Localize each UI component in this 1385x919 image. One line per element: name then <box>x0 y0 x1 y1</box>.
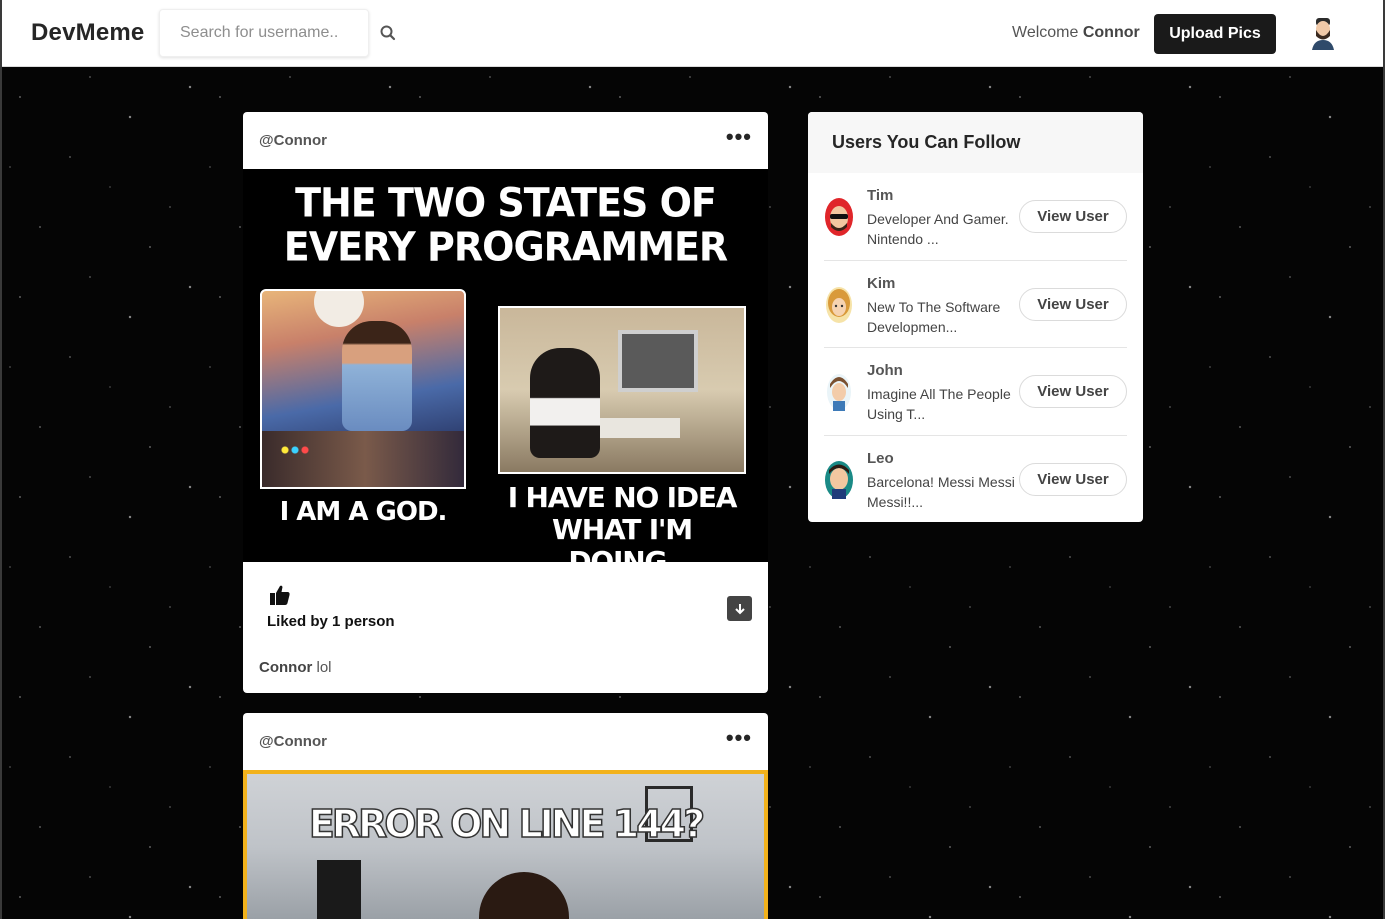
meme-panel-left <box>260 289 466 489</box>
suggestion-item: John Imagine All The People Using T... V… <box>824 348 1127 436</box>
view-user-button[interactable]: View User <box>1019 375 1127 408</box>
suggestions-title: Users You Can Follow <box>808 112 1143 173</box>
post-image[interactable]: THE TWO STATES OF EVERY PROGRAMMER I AM … <box>243 169 768 562</box>
download-button[interactable] <box>727 596 752 621</box>
meme-caption-right: I HAVE NO IDEA WHAT I'M DOING. <box>507 481 738 563</box>
suggestion-username[interactable]: Kim <box>867 275 895 292</box>
view-user-button[interactable]: View User <box>1019 462 1127 496</box>
suggestion-bio: New To The Software Developmen... <box>867 298 1001 335</box>
search-input[interactable] <box>159 9 369 57</box>
suggestion-username[interactable]: Tim <box>867 187 893 204</box>
comment-text: lol <box>316 659 332 676</box>
suggestions-list: Tim Developer And Gamer. Nintendo ... Vi… <box>808 173 1143 522</box>
more-options-icon[interactable]: ••• <box>726 125 752 148</box>
suggestion-username[interactable]: Leo <box>867 450 894 467</box>
post-card: @Connor ••• THE TWO STATES OF EVERY PROG… <box>243 112 768 693</box>
search-icon[interactable] <box>378 23 398 43</box>
suggestion-username[interactable]: John <box>867 362 903 379</box>
post-header: @Connor ••• <box>243 713 768 770</box>
welcome-username: Connor <box>1082 24 1140 41</box>
meme-title-text: ERROR ON LINE 144? <box>308 801 706 847</box>
post-header: @Connor ••• <box>243 112 768 169</box>
meme-title-text: THE TWO STATES OF EVERY PROGRAMMER <box>283 179 728 271</box>
meme-caption-left: I AM A GOD. <box>279 497 448 527</box>
more-options-icon[interactable]: ••• <box>726 726 752 749</box>
post-comment: Connor lol <box>259 659 332 676</box>
user-avatar-icon[interactable] <box>824 197 854 237</box>
view-user-button[interactable]: View User <box>1019 200 1127 233</box>
profile-avatar-icon[interactable] <box>1306 16 1340 50</box>
meme-panel-right <box>498 306 746 474</box>
download-arrow-icon <box>734 603 745 614</box>
suggestion-item: Tim Developer And Gamer. Nintendo ... Vi… <box>824 173 1127 261</box>
user-avatar-icon[interactable] <box>824 285 854 325</box>
suggestion-bio: Developer And Gamer. Nintendo ... <box>867 211 1009 247</box>
post-card: @Connor ••• ERROR ON LINE 144? <box>243 713 768 919</box>
suggestion-bio: Barcelona! Messi Messi Messi!!... <box>867 473 1015 510</box>
likes-count: Liked by 1 person <box>267 613 395 630</box>
post-username[interactable]: @Connor <box>259 733 327 750</box>
top-navbar: DevMeme Welcome Connor Upload Pics <box>0 0 1385 67</box>
post-image[interactable]: ERROR ON LINE 144? <box>243 770 768 919</box>
post-username[interactable]: @Connor <box>259 132 327 149</box>
suggestion-item: Kim New To The Software Developmen... Vi… <box>824 261 1127 348</box>
user-avatar-icon[interactable] <box>824 460 854 500</box>
comment-username[interactable]: Connor <box>259 659 312 676</box>
upload-pics-button[interactable]: Upload Pics <box>1154 14 1276 54</box>
suggestions-panel: Users You Can Follow Tim Developer And G… <box>808 112 1143 522</box>
view-user-button[interactable]: View User <box>1019 287 1127 321</box>
post-actions: Liked by 1 person Connor lol <box>243 562 768 693</box>
thumbs-up-icon[interactable] <box>269 584 291 606</box>
suggestion-item: Leo Barcelona! Messi Messi Messi!!... Vi… <box>824 436 1127 523</box>
welcome-text: Welcome Connor <box>1012 24 1140 42</box>
user-avatar-icon[interactable] <box>824 372 854 412</box>
welcome-prefix: Welcome <box>1012 24 1079 41</box>
suggestion-bio: Imagine All The People Using T... <box>867 386 1011 422</box>
app-logo[interactable]: DevMeme <box>31 19 144 47</box>
